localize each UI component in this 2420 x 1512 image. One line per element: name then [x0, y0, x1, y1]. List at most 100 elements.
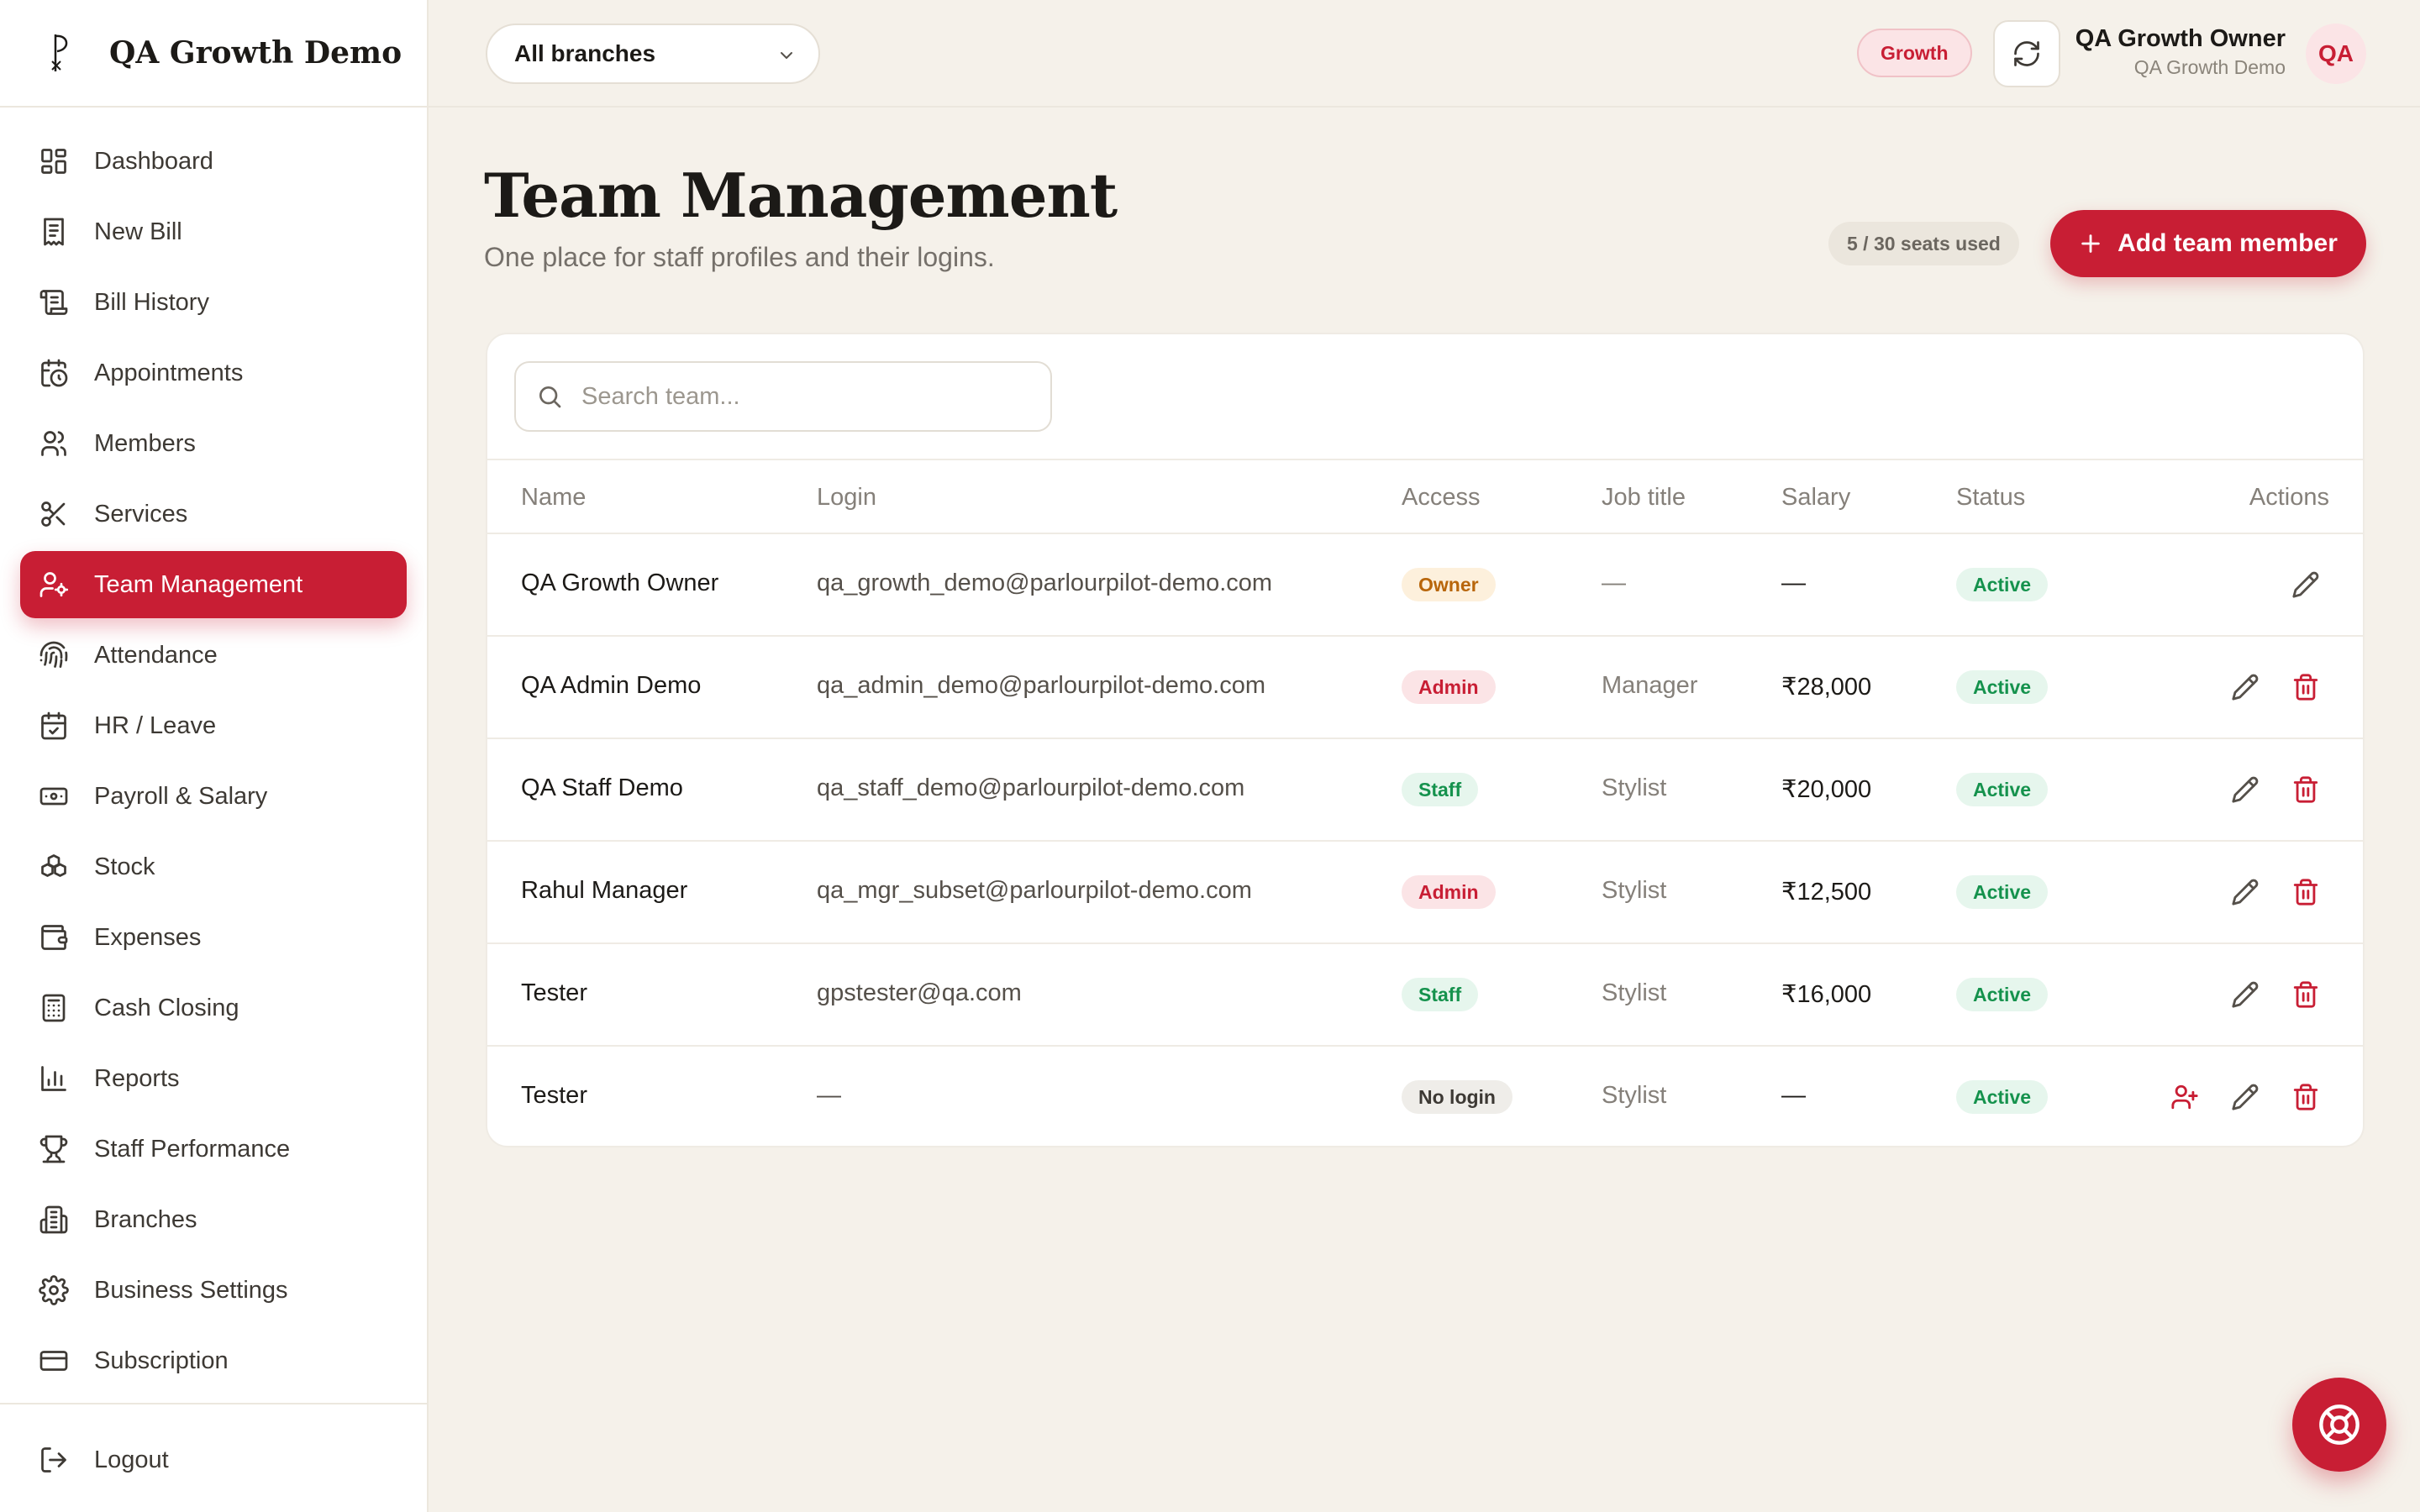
member-login: gpstester@qa.com	[817, 979, 1022, 1006]
brand-name: QA Growth Demo	[109, 35, 402, 71]
sidebar-item-label: Services	[94, 500, 188, 528]
table-row: Tester gpstester@qa.com Staff Stylist ₹1…	[487, 944, 2363, 1047]
member-job-title: Stylist	[1602, 774, 1667, 801]
sidebar-item-label: Branches	[94, 1205, 197, 1233]
fingerprint-icon	[39, 640, 69, 670]
plus-icon	[2081, 234, 2100, 253]
sidebar-item-new-bill[interactable]: New Bill	[20, 198, 407, 265]
page-subtitle: One place for staff profiles and their l…	[484, 242, 995, 272]
access-badge: Staff	[1402, 773, 1479, 806]
edit-button[interactable]	[2228, 670, 2262, 704]
column-header-name: Name	[521, 484, 587, 511]
edit-button[interactable]	[2289, 568, 2323, 601]
sidebar-item-services[interactable]: Services	[20, 480, 407, 548]
column-header-salary: Salary	[1781, 484, 1851, 511]
member-job-title: —	[1602, 570, 1626, 596]
sidebar-item-label: Bill History	[94, 288, 209, 316]
sidebar-item-stock[interactable]: Stock	[20, 833, 407, 900]
sidebar-item-label: Expenses	[94, 923, 202, 951]
calendar-check-icon	[39, 711, 69, 741]
sidebar-item-attendance[interactable]: Attendance	[20, 622, 407, 689]
sidebar-item-dashboard[interactable]: Dashboard	[20, 128, 407, 195]
add-team-member-button[interactable]: Add team member	[2050, 210, 2366, 277]
sidebar-item-hr-leave[interactable]: HR / Leave	[20, 692, 407, 759]
gear-icon	[39, 1275, 69, 1305]
sidebar-item-subscription[interactable]: Subscription	[20, 1327, 407, 1394]
trash-icon	[2293, 981, 2318, 1008]
search-input[interactable]	[580, 381, 1037, 412]
logout-button[interactable]: Logout	[20, 1426, 407, 1494]
logout-label: Logout	[94, 1446, 169, 1473]
refresh-icon	[2014, 41, 2039, 66]
member-name: Tester	[521, 979, 587, 1006]
bar-chart-icon	[39, 1063, 69, 1094]
member-job-title: Stylist	[1602, 979, 1667, 1006]
user-name: QA Growth Owner	[2075, 25, 2286, 52]
member-login: qa_staff_demo@parlourpilot-demo.com	[817, 774, 1245, 801]
members-icon	[39, 428, 69, 459]
sidebar: QA Growth Demo Dashboard New Bill Bill H…	[0, 0, 429, 1512]
member-salary: ₹28,000	[1781, 674, 1872, 701]
user-info[interactable]: QA Growth Owner QA Growth Demo	[2075, 25, 2286, 79]
scissors-icon	[39, 499, 69, 529]
credit-card-icon	[39, 1346, 69, 1376]
branch-select[interactable]: All branches	[486, 24, 820, 84]
delete-button[interactable]	[2289, 670, 2323, 704]
sidebar-item-members[interactable]: Members	[20, 410, 407, 477]
pencil-icon	[2232, 674, 2259, 701]
user-cog-icon	[39, 570, 69, 600]
seats-used-badge: 5 / 30 seats used	[1828, 222, 2019, 265]
life-buoy-icon	[2319, 1404, 2360, 1445]
sidebar-item-staff-performance[interactable]: Staff Performance	[20, 1116, 407, 1183]
sidebar-item-cash-closing[interactable]: Cash Closing	[20, 974, 407, 1042]
trash-icon	[2293, 1084, 2318, 1110]
edit-button[interactable]	[2228, 1080, 2262, 1114]
delete-button[interactable]	[2289, 978, 2323, 1011]
trash-icon	[2293, 776, 2318, 803]
sidebar-item-branches[interactable]: Branches	[20, 1186, 407, 1253]
status-badge: Active	[1956, 978, 2049, 1011]
status-badge: Active	[1956, 773, 2049, 806]
add-team-member-label: Add team member	[2118, 229, 2338, 257]
sidebar-item-label: New Bill	[94, 218, 182, 245]
edit-button[interactable]	[2228, 978, 2262, 1011]
column-header-login: Login	[817, 484, 876, 511]
sidebar-item-label: Payroll & Salary	[94, 782, 268, 810]
sidebar-item-payroll-salary[interactable]: Payroll & Salary	[20, 763, 407, 830]
sidebar-item-appointments[interactable]: Appointments	[20, 339, 407, 407]
pencil-icon	[2232, 879, 2259, 906]
sidebar-item-expenses[interactable]: Expenses	[20, 904, 407, 971]
member-salary: —	[1781, 1082, 1806, 1109]
banknote-icon	[39, 781, 69, 811]
edit-button[interactable]	[2228, 773, 2262, 806]
chevron-down-icon	[781, 52, 792, 59]
refresh-button[interactable]	[1993, 20, 2060, 87]
member-name: QA Staff Demo	[521, 774, 683, 801]
logout-icon	[39, 1445, 69, 1475]
member-login: qa_admin_demo@parlourpilot-demo.com	[817, 672, 1265, 699]
sidebar-item-label: Members	[94, 429, 196, 457]
sidebar-item-business-settings[interactable]: Business Settings	[20, 1257, 407, 1324]
brand[interactable]: QA Growth Demo	[0, 0, 427, 108]
invite-login-button[interactable]	[2168, 1080, 2202, 1114]
sidebar-item-label: HR / Leave	[94, 711, 217, 739]
table-row: QA Growth Owner qa_growth_demo@parlourpi…	[487, 534, 2363, 637]
delete-button[interactable]	[2289, 773, 2323, 806]
help-button[interactable]	[2292, 1378, 2386, 1472]
delete-button[interactable]	[2289, 875, 2323, 909]
member-job-title: Stylist	[1602, 1082, 1667, 1109]
sidebar-item-reports[interactable]: Reports	[20, 1045, 407, 1112]
user-org: QA Growth Demo	[2133, 56, 2286, 78]
search-box	[514, 361, 1052, 432]
member-salary: ₹16,000	[1781, 981, 1872, 1008]
edit-button[interactable]	[2228, 875, 2262, 909]
sidebar-item-bill-history[interactable]: Bill History	[20, 269, 407, 336]
trash-icon	[2293, 674, 2318, 701]
dashboard-icon	[39, 146, 69, 176]
delete-button[interactable]	[2289, 1080, 2323, 1114]
avatar[interactable]: QA	[2306, 24, 2366, 84]
member-name: Rahul Manager	[521, 877, 688, 904]
user-plus-icon	[2171, 1084, 2198, 1110]
sidebar-item-team-management[interactable]: Team Management	[20, 551, 407, 618]
access-badge: Owner	[1402, 568, 1496, 601]
